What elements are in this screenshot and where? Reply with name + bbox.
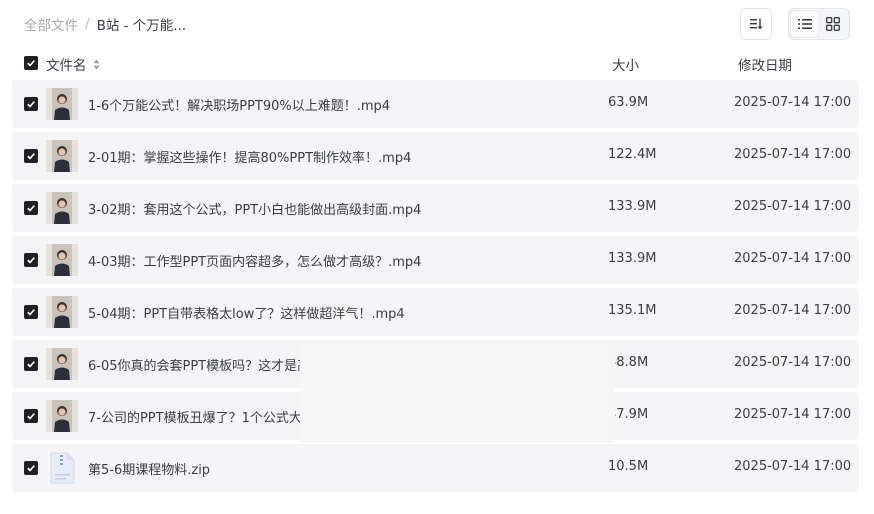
file-date: 2025-07-14 17:00 xyxy=(734,199,852,214)
breadcrumb: 全部文件 / B站 - 个万能... xyxy=(24,14,186,34)
list-icon xyxy=(798,19,812,29)
check-icon xyxy=(27,309,35,316)
file-size: 133.9M xyxy=(608,251,657,266)
row-checkbox[interactable] xyxy=(24,461,38,475)
video-thumbnail xyxy=(46,296,78,328)
check-icon xyxy=(27,257,35,264)
column-name[interactable]: 文件名 xyxy=(46,54,100,74)
row-checkbox[interactable] xyxy=(24,253,38,267)
row-checkbox[interactable] xyxy=(24,97,38,111)
file-row[interactable]: 第5-6期课程物料.zip 10.5M 2025-07-14 17:00 xyxy=(12,444,859,492)
file-date: 2025-07-14 17:00 xyxy=(734,407,852,422)
file-row[interactable]: 1-6个万能公式！解决职场PPT90%以上难题！.mp4 63.9M 2025-… xyxy=(12,80,859,128)
file-date: 2025-07-14 17:00 xyxy=(734,355,852,370)
breadcrumb-current: B站 - 个万能... xyxy=(96,18,187,34)
check-icon xyxy=(27,101,35,108)
file-size: 122.4M xyxy=(608,147,657,162)
file-name: 5-04期：PPT自带表格太low了？这样做超洋气！.mp4 xyxy=(88,307,405,322)
file-name: 6-05你真的会套PPT模板吗？这才是高阶 xyxy=(88,359,324,374)
select-all-checkbox[interactable] xyxy=(24,56,38,70)
check-icon xyxy=(27,60,35,67)
breadcrumb-separator: / xyxy=(85,16,90,32)
sort-icon xyxy=(750,18,763,30)
check-icon xyxy=(27,153,35,160)
file-size: 10.5M xyxy=(608,459,649,474)
video-thumbnail xyxy=(46,348,78,380)
file-name: 第5-6期课程物料.zip xyxy=(88,463,211,478)
file-name: 2-01期：掌握这些操作！提高80%PPT制作效率！.mp4 xyxy=(88,151,412,166)
file-name: 7-公司的PPT模板丑爆了？1个公式大改造 xyxy=(88,411,328,426)
file-date: 2025-07-14 17:00 xyxy=(734,251,852,266)
file-browser: 全部文件 / B站 - 个万能... 文件名 大小 修改日期 1-6个万能公式！… xyxy=(0,0,874,514)
check-icon xyxy=(27,361,35,368)
file-date: 2025-07-14 17:00 xyxy=(734,95,852,110)
sort-caret-icon xyxy=(93,59,100,70)
row-checkbox[interactable] xyxy=(24,357,38,371)
column-header: 文件名 大小 修改日期 xyxy=(12,52,859,76)
file-name: 1-6个万能公式！解决职场PPT90%以上难题！.mp4 xyxy=(88,99,391,114)
check-icon xyxy=(27,205,35,212)
video-thumbnail xyxy=(46,88,78,120)
video-thumbnail xyxy=(46,400,78,432)
video-thumbnail xyxy=(46,244,78,276)
file-date: 2025-07-14 17:00 xyxy=(734,459,852,474)
zip-file-icon xyxy=(46,452,78,484)
file-size: 63.9M xyxy=(608,95,649,110)
row-checkbox[interactable] xyxy=(24,149,38,163)
column-size[interactable]: 大小 xyxy=(612,54,639,74)
file-row[interactable]: 4-03期：工作型PPT页面内容超多，怎么做才高级？.mp4 133.9M 20… xyxy=(12,236,859,284)
check-icon xyxy=(27,465,35,472)
file-name: 3-02期：套用这个公式，PPT小白也能做出高级封面.mp4 xyxy=(88,203,422,218)
file-size: 133.9M xyxy=(608,199,657,214)
file-date: 2025-07-14 17:00 xyxy=(734,303,852,318)
sort-button[interactable] xyxy=(740,8,772,40)
file-row[interactable]: 5-04期：PPT自带表格太low了？这样做超洋气！.mp4 135.1M 20… xyxy=(12,288,859,336)
breadcrumb-root[interactable]: 全部文件 xyxy=(24,14,78,34)
list-view-button[interactable] xyxy=(791,11,819,37)
file-date: 2025-07-14 17:00 xyxy=(734,147,852,162)
file-name: 4-03期：工作型PPT页面内容超多，怎么做才高级？.mp4 xyxy=(88,255,422,270)
column-date[interactable]: 修改日期 xyxy=(738,54,792,74)
view-toggle xyxy=(788,8,850,40)
file-row[interactable]: 2-01期：掌握这些操作！提高80%PPT制作效率！.mp4 122.4M 20… xyxy=(12,132,859,180)
video-thumbnail xyxy=(46,140,78,172)
row-checkbox[interactable] xyxy=(24,201,38,215)
grid-view-button[interactable] xyxy=(819,11,847,37)
check-icon xyxy=(27,413,35,420)
file-size: 135.1M xyxy=(608,303,657,318)
row-checkbox[interactable] xyxy=(24,409,38,423)
grid-icon xyxy=(826,17,840,31)
video-thumbnail xyxy=(46,192,78,224)
file-row[interactable]: 3-02期：套用这个公式，PPT小白也能做出高级封面.mp4 133.9M 20… xyxy=(12,184,859,232)
blurred-region xyxy=(300,343,615,443)
column-name-label: 文件名 xyxy=(46,58,87,74)
row-checkbox[interactable] xyxy=(24,305,38,319)
